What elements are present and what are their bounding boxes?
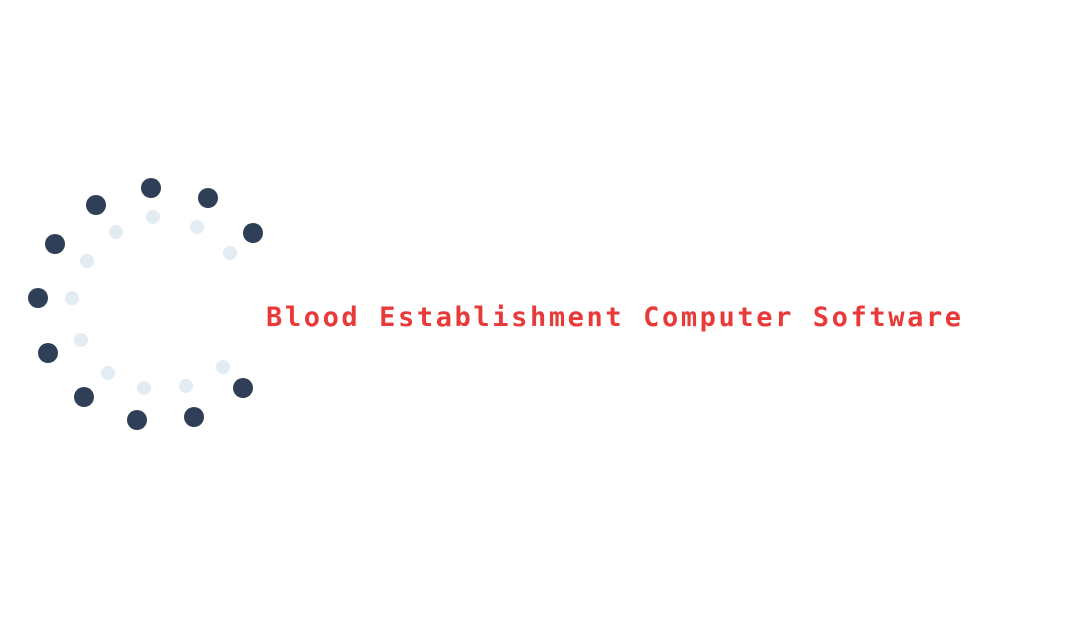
- outer-dot: [86, 195, 106, 215]
- inner-dot: [223, 246, 237, 260]
- outer-dot: [141, 178, 161, 198]
- outer-dot: [184, 407, 204, 427]
- inner-dot: [216, 360, 230, 374]
- outer-dot: [28, 288, 48, 308]
- outer-dot: [127, 410, 147, 430]
- outer-dot: [243, 223, 263, 243]
- inner-dot: [179, 379, 193, 393]
- inner-dot: [146, 210, 160, 224]
- dotted-circle-logo-icon: [28, 178, 263, 430]
- inner-dot: [65, 291, 79, 305]
- inner-dot: [137, 381, 151, 395]
- outer-dot: [74, 387, 94, 407]
- outer-dot: [233, 378, 253, 398]
- inner-dot: [190, 220, 204, 234]
- outer-dot: [198, 188, 218, 208]
- inner-dot-ring: [65, 210, 237, 395]
- inner-dot: [80, 254, 94, 268]
- logo-lockup: Blood Establishment Computer Software: [0, 0, 1089, 618]
- inner-dot: [74, 333, 88, 347]
- outer-dot: [45, 234, 65, 254]
- inner-dot: [109, 225, 123, 239]
- outer-dot: [38, 343, 58, 363]
- inner-dot: [101, 366, 115, 380]
- brand-name: Blood Establishment Computer Software: [266, 302, 964, 333]
